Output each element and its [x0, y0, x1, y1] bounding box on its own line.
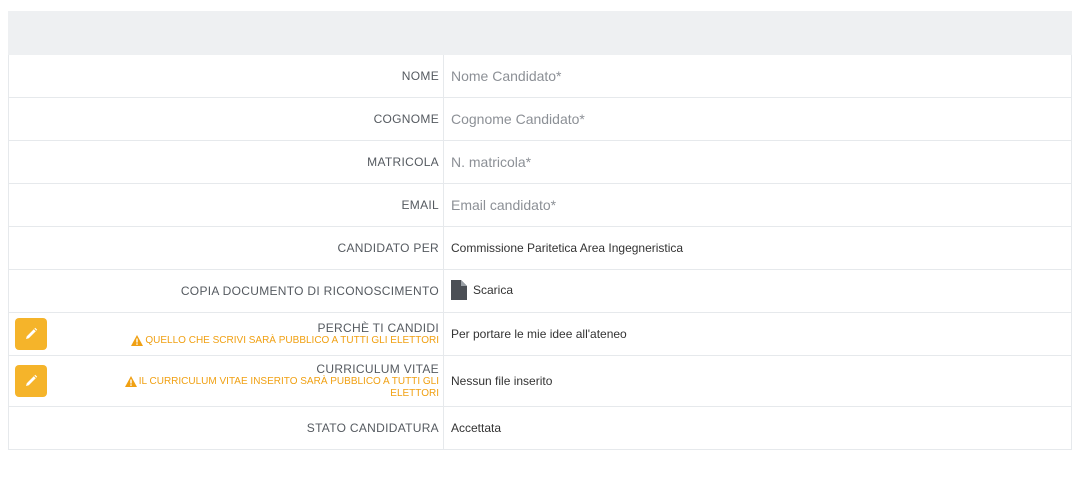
row-curriculum: CURRICULUM VITAE IL CURRICULUM VITAE INS…	[8, 355, 1072, 407]
email-label: EMAIL	[8, 183, 444, 227]
row-stato: STATO CANDIDATURA Accettata	[8, 406, 1072, 450]
warning-triangle-icon	[124, 375, 137, 387]
matricola-label: MATRICOLA	[8, 140, 444, 184]
cognome-input[interactable]: Cognome Candidato*	[451, 111, 585, 127]
cognome-cell[interactable]: Cognome Candidato*	[443, 97, 1072, 141]
row-cognome: COGNOME Cognome Candidato*	[8, 97, 1072, 141]
header-cell-left	[8, 11, 444, 55]
nome-label: NOME	[8, 54, 444, 98]
curriculum-value: Nessun file inserito	[443, 355, 1072, 407]
warning-triangle-icon	[131, 334, 144, 346]
download-link-label[interactable]: Scarica	[473, 283, 513, 297]
pencil-icon	[26, 374, 38, 386]
curriculum-warning-line2: ELETTORI	[390, 388, 439, 400]
email-cell[interactable]: Email candidato*	[443, 183, 1072, 227]
edit-curriculum-button[interactable]	[15, 365, 47, 397]
row-matricola: MATRICOLA N. matricola*	[8, 140, 1072, 184]
table-header-row	[8, 11, 1072, 55]
matricola-input[interactable]: N. matricola*	[451, 154, 531, 170]
curriculum-label-cell: CURRICULUM VITAE IL CURRICULUM VITAE INS…	[8, 355, 444, 407]
row-documento: COPIA DOCUMENTO DI RICONOSCIMENTO Scaric…	[8, 269, 1072, 313]
file-icon	[451, 279, 467, 300]
perche-label: PERCHÈ TI CANDIDI	[317, 320, 439, 335]
curriculum-warning-line1: IL CURRICULUM VITAE INSERITO SARÀ PUBBLI…	[138, 376, 439, 388]
stato-label: STATO CANDIDATURA	[8, 406, 444, 450]
perche-value: Per portare le mie idee all'ateneo	[443, 312, 1072, 356]
cognome-label: COGNOME	[8, 97, 444, 141]
candidato-per-label: CANDIDATO PER	[8, 226, 444, 270]
row-perche: PERCHÈ TI CANDIDI QUELLO CHE SCRIVI SARÀ…	[8, 312, 1072, 356]
curriculum-label: CURRICULUM VITAE	[316, 361, 439, 376]
documento-label: COPIA DOCUMENTO DI RICONOSCIMENTO	[8, 269, 444, 313]
nome-cell[interactable]: Nome Candidato*	[443, 54, 1072, 98]
row-email: EMAIL Email candidato*	[8, 183, 1072, 227]
stato-value: Accettata	[443, 406, 1072, 450]
candidate-table: NOME Nome Candidato* COGNOME Cognome Can…	[8, 11, 1072, 450]
row-nome: NOME Nome Candidato*	[8, 54, 1072, 98]
curriculum-warning: IL CURRICULUM VITAE INSERITO SARÀ PUBBLI…	[9, 375, 439, 400]
email-input[interactable]: Email candidato*	[451, 197, 556, 213]
header-cell-right	[443, 11, 1072, 55]
edit-perche-button[interactable]	[15, 318, 47, 350]
candidate-form: NOME Nome Candidato* COGNOME Cognome Can…	[8, 11, 1072, 450]
perche-warning-text: QUELLO CHE SCRIVI SARÀ PUBBLICO A TUTTI …	[145, 335, 439, 347]
pencil-icon	[26, 327, 38, 339]
documento-cell: Scarica	[443, 269, 1072, 313]
matricola-cell[interactable]: N. matricola*	[443, 140, 1072, 184]
row-candidato-per: CANDIDATO PER Commissione Paritetica Are…	[8, 226, 1072, 270]
perche-label-cell: PERCHÈ TI CANDIDI QUELLO CHE SCRIVI SARÀ…	[8, 312, 444, 356]
nome-input[interactable]: Nome Candidato*	[451, 68, 562, 84]
candidato-per-value: Commissione Paritetica Area Ingegneristi…	[443, 226, 1072, 270]
download-link[interactable]: Scarica	[451, 279, 513, 300]
perche-warning: QUELLO CHE SCRIVI SARÀ PUBBLICO A TUTTI …	[9, 334, 439, 347]
